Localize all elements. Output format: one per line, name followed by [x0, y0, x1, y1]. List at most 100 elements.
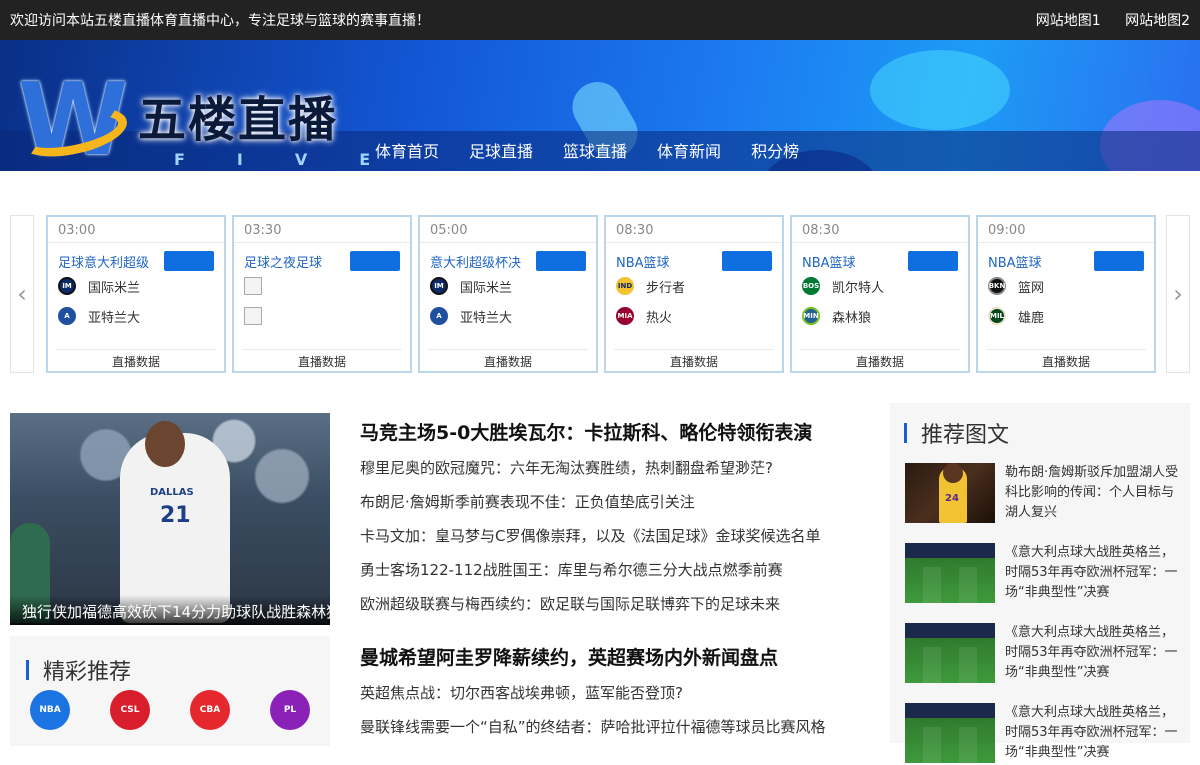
match-card[interactable]: 08:30 NBA篮球 BOS 凯尔特人 MIN 森林狼 直播数据 — [790, 215, 970, 373]
news-block: 曼城希望阿圭罗降薪续约，英超赛场内外新闻盘点 英超焦点战：切尔西客战埃弗顿，蓝军… — [360, 643, 860, 750]
sitemap-link-1[interactable]: 网站地图1 — [1036, 13, 1101, 29]
top-bar: 欢迎访问本站五楼直播体育直播中心，专注足球与篮球的赛事直播！ 网站地图1 网站地… — [0, 0, 1200, 40]
csl-icon[interactable]: CSL — [110, 690, 150, 730]
home-team: 国际米兰 — [460, 280, 513, 296]
title-accent-bar — [904, 423, 907, 443]
gallery-item[interactable]: 《意大利点球大战胜英格兰，时隔53年再夺欧洲杯冠军：一场“非典型性”决赛 — [905, 623, 1185, 685]
match-league: 足球之夜足球 — [244, 255, 323, 271]
pitch-lines — [905, 647, 995, 683]
chevron-left-icon: ‹ — [17, 280, 27, 308]
watch-live-button[interactable] — [164, 251, 214, 271]
home-team: 凯尔特人 — [832, 280, 885, 296]
match-card[interactable]: 05:00 意大利超级杯决 IM 国际米兰 A 亚特兰大 直播数据 — [418, 215, 598, 373]
topbar-links: 网站地图1 网站地图2 — [1016, 10, 1190, 30]
match-league: NBA篮球 — [802, 255, 856, 271]
away-team-row: MIN 森林狼 — [792, 301, 968, 331]
away-team: 雄鹿 — [1018, 310, 1045, 326]
gallery-thumbnail[interactable] — [905, 703, 995, 763]
news-item[interactable]: 卡马文加：皇马梦与C罗偶像崇拜，以及《法国足球》金球奖候选名单 — [360, 525, 860, 559]
match-time: 08:30 — [606, 217, 782, 243]
live-data-link[interactable]: 直播数据 — [56, 349, 216, 371]
match-time: 03:00 — [48, 217, 224, 243]
main-nav: 体育首页 足球直播 篮球直播 体育新闻 积分榜 — [375, 138, 829, 162]
celtics-icon: BOS — [802, 277, 820, 295]
away-team-row: MIA 热火 — [606, 301, 782, 331]
watch-live-button[interactable] — [350, 251, 400, 271]
nets-icon: BKN — [988, 277, 1006, 295]
news-list: 马竞主场5-0大胜埃瓦尔：卡拉斯科、略伦特领衔表演 穆里尼奥的欧冠魔咒：六年无淘… — [360, 418, 860, 750]
match-card[interactable]: 03:30 足球之夜足球 直播数据 — [232, 215, 412, 373]
news-item[interactable]: 布朗尼·詹姆斯季前赛表现不佳：正负值垫底引关注 — [360, 491, 860, 525]
match-time: 05:00 — [420, 217, 596, 243]
side-title: 推荐图文 — [921, 423, 1010, 448]
live-data-link[interactable]: 直播数据 — [986, 349, 1146, 371]
cba-icon[interactable]: CBA — [190, 690, 230, 730]
away-team: 亚特兰大 — [460, 310, 513, 326]
away-team: 森林狼 — [832, 310, 872, 326]
carousel-next-button[interactable]: › — [1166, 215, 1190, 373]
gallery-item[interactable]: 《意大利点球大战胜英格兰，时隔53年再夺欧洲杯冠军：一场“非典型性”决赛 — [905, 543, 1185, 605]
match-card[interactable]: 08:30 NBA篮球 IND 步行者 MIA 热火 直播数据 — [604, 215, 784, 373]
away-team: 亚特兰大 — [88, 310, 141, 326]
home-team: 篮网 — [1018, 280, 1045, 296]
home-team-row: IM 国际米兰 — [420, 271, 596, 301]
watch-live-button[interactable] — [1094, 251, 1144, 271]
match-card[interactable]: 03:00 足球意大利超级 IM 国际米兰 A 亚特兰大 直播数据 — [46, 215, 226, 373]
bucks-icon: MIL — [988, 307, 1006, 325]
match-league: 意大利超级杯决 — [430, 255, 522, 271]
match-league-row: 足球意大利超级 — [48, 243, 224, 271]
gallery-caption[interactable]: 《意大利点球大战胜英格兰，时隔53年再夺欧洲杯冠军：一场“非典型性”决赛 — [1005, 623, 1180, 683]
inter-icon: IM — [58, 277, 76, 295]
news-item[interactable]: 英超焦点战：切尔西客战埃弗顿，蓝军能否登顶? — [360, 682, 860, 716]
news-item[interactable]: 曼联锋线需要一个“自私”的终结者：萨哈批评拉什福德等球员比赛风格 — [360, 716, 860, 750]
live-data-link[interactable]: 直播数据 — [428, 349, 588, 371]
news-item[interactable]: 欧洲超级联赛与梅西续约：欧足联与国际足联博弈下的足球未来 — [360, 593, 860, 627]
gallery-thumbnail[interactable] — [905, 543, 995, 603]
match-card[interactable]: 09:00 NBA篮球 BKN 篮网 MIL 雄鹿 直播数据 — [976, 215, 1156, 373]
news-item[interactable]: 穆里尼奥的欧冠魔咒：六年无淘汰赛胜绩，热刺翻盘希望渺茫? — [360, 457, 860, 491]
news-headline[interactable]: 马竞主场5-0大胜埃瓦尔：卡拉斯科、略伦特领衔表演 — [360, 418, 860, 445]
live-data-link[interactable]: 直播数据 — [242, 349, 402, 371]
nav-sports-news[interactable]: 体育新闻 — [657, 138, 721, 162]
match-time: 03:30 — [234, 217, 410, 243]
away-team-row: A 亚特兰大 — [420, 301, 596, 331]
home-team: 步行者 — [646, 280, 686, 296]
pitch-lines — [905, 727, 995, 763]
live-data-link[interactable]: 直播数据 — [800, 349, 960, 371]
timberwolves-icon: MIN — [802, 307, 820, 325]
watch-live-button[interactable] — [908, 251, 958, 271]
league-icons: NBA CSL CBA PL — [30, 690, 350, 730]
news-headline[interactable]: 曼城希望阿圭罗降薪续约，英超赛场内外新闻盘点 — [360, 643, 860, 670]
watch-live-button[interactable] — [722, 251, 772, 271]
nav-home[interactable]: 体育首页 — [375, 138, 439, 162]
gallery-thumbnail[interactable]: 24 — [905, 463, 995, 523]
gallery-caption[interactable]: 勒布朗·詹姆斯驳斥加盟湖人受科比影响的传闻：个人目标与湖人复兴 — [1005, 463, 1180, 523]
match-league-row: 意大利超级杯决 — [420, 243, 596, 271]
nav-standings[interactable]: 积分榜 — [751, 138, 799, 162]
heat-icon: MIA — [616, 307, 634, 325]
gallery-item[interactable]: 24 勒布朗·詹姆斯驳斥加盟湖人受科比影响的传闻：个人目标与湖人复兴 — [905, 463, 1185, 525]
recommend-box: 精彩推荐 NBA CSL CBA PL — [10, 636, 330, 746]
gallery-item[interactable]: 《意大利点球大战胜英格兰，时隔53年再夺欧洲杯冠军：一场“非典型性”决赛 — [905, 703, 1185, 765]
news-item[interactable]: 勇士客场122-112战胜国王：库里与希尔德三分大战点燃季前赛 — [360, 559, 860, 593]
player-head — [145, 421, 185, 467]
sitemap-link-2[interactable]: 网站地图2 — [1125, 13, 1190, 29]
home-team-row: BKN 篮网 — [978, 271, 1154, 301]
nav-football-live[interactable]: 足球直播 — [469, 138, 533, 162]
site-logo[interactable]: W 五楼直播 FIVE — [14, 70, 370, 170]
gallery-caption[interactable]: 《意大利点球大战胜英格兰，时隔53年再夺欧洲杯冠军：一场“非典型性”决赛 — [1005, 543, 1180, 603]
hero-news-image[interactable]: DALLAS 21 独行侠加福德高效砍下14分力助球队战胜森林狼 — [10, 413, 330, 625]
premier-league-icon[interactable]: PL — [270, 690, 310, 730]
gallery-thumbnail[interactable] — [905, 623, 995, 683]
live-data-link[interactable]: 直播数据 — [614, 349, 774, 371]
home-team: 国际米兰 — [88, 280, 141, 296]
carousel-prev-button[interactable]: ‹ — [10, 215, 34, 373]
pitch-lines — [905, 567, 995, 603]
logo-name: 五楼直播 — [138, 92, 339, 148]
home-team-row — [234, 271, 410, 301]
nba-icon[interactable]: NBA — [30, 690, 70, 730]
hero-caption[interactable]: 独行侠加福德高效砍下14分力助球队战胜森林狼 — [10, 595, 330, 625]
gallery-caption[interactable]: 《意大利点球大战胜英格兰，时隔53年再夺欧洲杯冠军：一场“非典型性”决赛 — [1005, 703, 1180, 763]
nav-basketball-live[interactable]: 篮球直播 — [563, 138, 627, 162]
watch-live-button[interactable] — [536, 251, 586, 271]
